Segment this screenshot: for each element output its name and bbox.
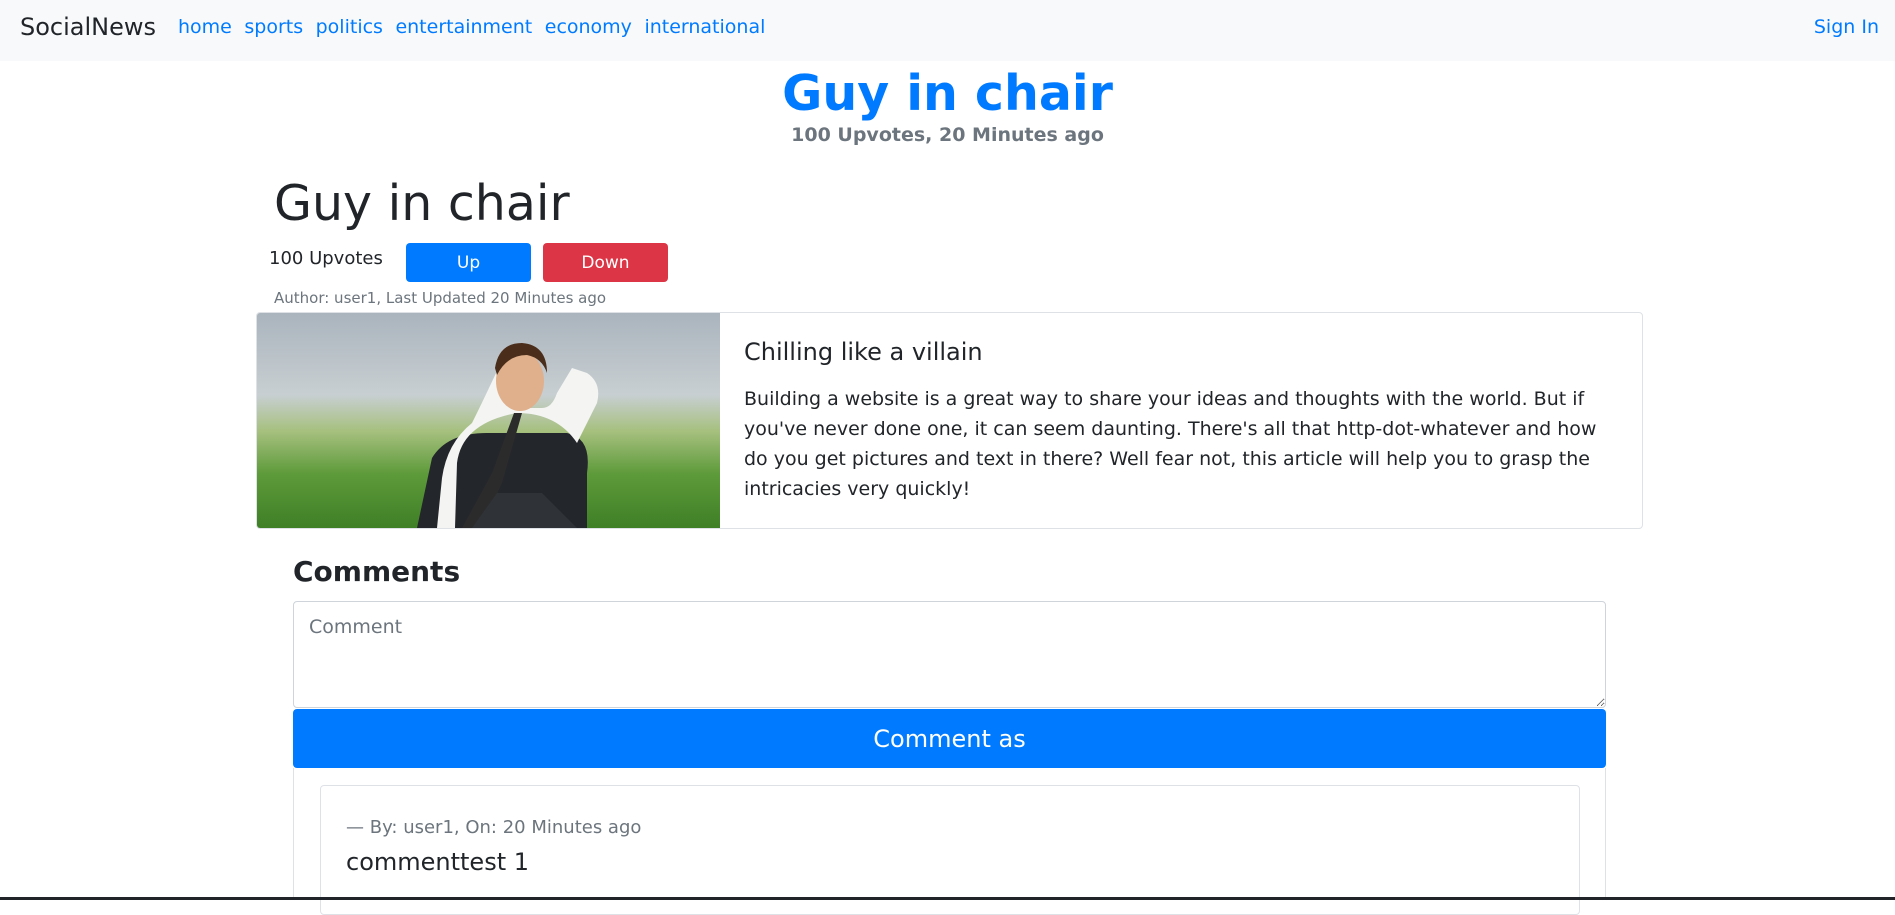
sign-in-link[interactable]: Sign In: [1814, 16, 1879, 38]
author-line: Author: user1, Last Updated 20 Minutes a…: [274, 289, 607, 307]
upvote-button[interactable]: Up: [406, 243, 531, 282]
comment-meta: — By: user1, On: 20 Minutes ago: [346, 817, 642, 838]
nav-link-international[interactable]: international: [644, 16, 765, 38]
nav-links: home sports politics entertainment econo…: [178, 16, 778, 38]
card-title: Chilling like a villain: [744, 338, 983, 366]
nav-link-home[interactable]: home: [178, 16, 232, 38]
card-text: Building a website is a great way to sha…: [744, 388, 1597, 500]
downvote-button[interactable]: Down: [543, 243, 668, 282]
article-title: Guy in chair: [274, 175, 570, 232]
hero-title: Guy in chair: [782, 65, 1113, 122]
nav-link-entertainment[interactable]: entertainment: [395, 16, 532, 38]
article-card: Chilling like a villain Building a websi…: [256, 312, 1643, 529]
nav-link-economy[interactable]: economy: [545, 16, 632, 38]
nav-link-sports[interactable]: sports: [244, 16, 303, 38]
article-image: [257, 313, 720, 528]
article-card-body: Chilling like a villain Building a websi…: [744, 338, 1614, 504]
comment-submit-button[interactable]: Comment as: [293, 709, 1606, 768]
comments-heading: Comments: [293, 555, 461, 588]
comment-text: commenttest 1: [346, 848, 530, 876]
hero-meta: 100 Upvotes, 20 Minutes ago: [791, 124, 1104, 146]
nav-link-politics[interactable]: politics: [316, 16, 383, 38]
navbar: SocialNews home sports politics entertai…: [0, 0, 1895, 61]
comment-input[interactable]: [293, 601, 1606, 708]
man-in-chair-illustration: [417, 343, 599, 528]
brand-link[interactable]: SocialNews: [20, 13, 156, 41]
comment-item: — By: user1, On: 20 Minutes ago commentt…: [320, 785, 1580, 915]
upvote-count: 100 Upvotes: [269, 248, 383, 269]
